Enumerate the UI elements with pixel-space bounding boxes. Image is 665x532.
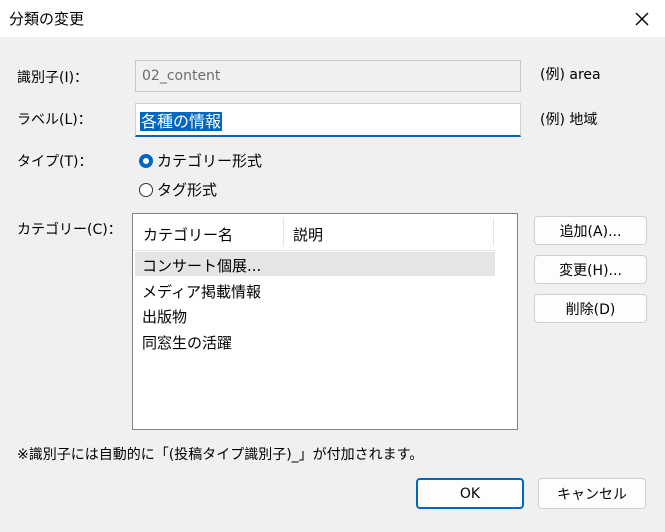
radio-category-format-label: カテゴリー形式 — [157, 152, 263, 170]
identifier-example: (例) area — [540, 67, 601, 83]
category-list[interactable]: カテゴリー名 説明 コンサート個展... メディア掲載情報 出版物 同窓生の活躍 — [132, 213, 518, 430]
list-item[interactable]: 同窓生の活躍 — [135, 329, 495, 353]
close-button[interactable] — [619, 0, 665, 37]
identifier-field: 02_content — [135, 60, 521, 92]
identifier-value: 02_content — [142, 68, 221, 84]
add-button[interactable]: 追加(A)... — [534, 216, 647, 245]
column-divider[interactable] — [283, 218, 284, 246]
close-icon — [635, 12, 649, 25]
label-input[interactable]: 各種の情報 — [135, 103, 521, 137]
radio-tag-format-label: タグ形式 — [157, 181, 218, 199]
radio-selected-icon — [139, 153, 153, 168]
column-header-description[interactable]: 説明 — [293, 224, 323, 245]
list-item[interactable]: 出版物 — [135, 303, 495, 327]
column-header-category-name[interactable]: カテゴリー名 — [143, 224, 233, 245]
list-item[interactable]: コンサート個展... — [135, 252, 495, 276]
cancel-button[interactable]: キャンセル — [538, 478, 646, 509]
column-divider[interactable] — [493, 218, 494, 246]
window-title: 分類の変更 — [9, 10, 85, 28]
dialog: 分類の変更 識別子(I)： 02_content (例) area ラベル(L)… — [0, 0, 665, 532]
category-label: カテゴリー(C)： — [17, 222, 122, 238]
list-item[interactable]: メディア掲載情報 — [135, 278, 495, 302]
identifier-label: 識別子(I)： — [17, 70, 89, 86]
radio-unselected-icon — [139, 182, 153, 197]
label-example: (例) 地域 — [540, 112, 598, 128]
label-input-value: 各種の情報 — [140, 112, 223, 131]
label-field-label: ラベル(L)： — [17, 112, 92, 128]
type-label: タイプ(T)： — [17, 154, 93, 170]
identifier-note: ※識別子には自動的に「(投稿タイプ識別子)_」が付加されます。 — [17, 447, 424, 463]
delete-button[interactable]: 削除(D) — [534, 294, 647, 323]
title-bar: 分類の変更 — [0, 0, 665, 37]
radio-tag-format[interactable]: タグ形式 — [139, 179, 217, 200]
ok-button[interactable]: OK — [416, 478, 524, 509]
list-header: カテゴリー名 説明 — [133, 214, 495, 251]
radio-category-format[interactable]: カテゴリー形式 — [139, 150, 262, 171]
edit-button[interactable]: 変更(H)... — [534, 255, 647, 284]
